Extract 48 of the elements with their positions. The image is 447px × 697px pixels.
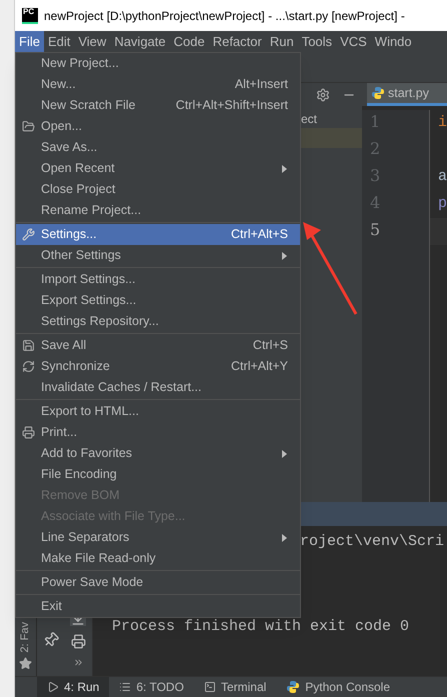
tool-window-tab[interactable]: Python Console [276,677,400,697]
menu-item[interactable]: Synchronize Ctrl+Alt+Y [16,356,300,377]
menu-item[interactable]: New Scratch File Ctrl+Alt+Shift+Insert [16,95,300,116]
menu-item[interactable]: Power Save Mode [16,572,300,593]
menu-item[interactable]: Line Separators [16,527,300,548]
menu-bar-item[interactable]: Refactor [208,31,266,52]
menu-item[interactable]: Invalidate Caches / Restart... [16,377,300,398]
menu-item[interactable]: New Project... [16,53,300,74]
menu-bar-item[interactable]: Windo [370,31,416,52]
editor-tab[interactable]: start.py [366,83,447,106]
menu-item[interactable]: Save As... [16,137,300,158]
code-text: i [438,114,447,131]
line-number: 5 [370,219,382,241]
menu-item[interactable]: Export to HTML... [16,401,300,422]
menu-item[interactable]: Make File Read-only [16,548,300,569]
menu-item[interactable]: Close Project [16,179,300,200]
menu-bar-item[interactable]: Navigate [110,31,170,52]
console-command: roject\venv\Scri [300,532,444,552]
menu-bar-item[interactable]: Code [170,31,209,52]
menu-bar-item[interactable]: Edit [44,31,74,52]
code-text: a [438,168,447,185]
menu-bar-item[interactable]: Tools [298,31,336,52]
tool-window-tab[interactable]: Terminal [194,677,276,697]
console-output: Process finished with exit code 0 [112,616,410,636]
window-title: newProject [D:\pythonProject\newProject] - ...\start.py [newProject] - [44,8,405,24]
menu-item[interactable]: New... Alt+Insert [16,74,300,95]
menu-item[interactable]: Print... [16,422,300,443]
favorites-tab[interactable]: 2: Fav [17,622,34,653]
menu-item[interactable]: Open Recent [16,158,300,179]
menu-bar-item[interactable]: Run [266,31,298,52]
menu-item[interactable]: File Encoding [16,464,300,485]
tool-window-tab[interactable]: 4: Run [37,677,110,697]
menu-item[interactable]: Exit [16,596,300,617]
menu-item[interactable]: Open... [16,116,300,137]
menu-bar-item[interactable]: File [15,31,44,52]
menu-item[interactable]: Settings Repository... [16,311,300,332]
menu-item[interactable]: Rename Project... [16,200,300,221]
menu-item[interactable]: Export Settings... [16,290,300,311]
menu-item[interactable]: Other Settings [16,245,300,266]
app-logo: PC [22,8,38,24]
code-text: p [438,195,447,212]
menu-bar-item[interactable]: VCS [336,31,371,52]
menu-bar-item[interactable]: View [74,31,110,52]
menu-item[interactable]: Save All Ctrl+S [16,335,300,356]
menu-item[interactable]: Add to Favorites [16,443,300,464]
menu-item[interactable]: Settings... Ctrl+Alt+S [16,224,300,245]
tool-window-tab[interactable]: 6: TODO [109,677,194,697]
menu-item[interactable]: Import Settings... [16,269,300,290]
